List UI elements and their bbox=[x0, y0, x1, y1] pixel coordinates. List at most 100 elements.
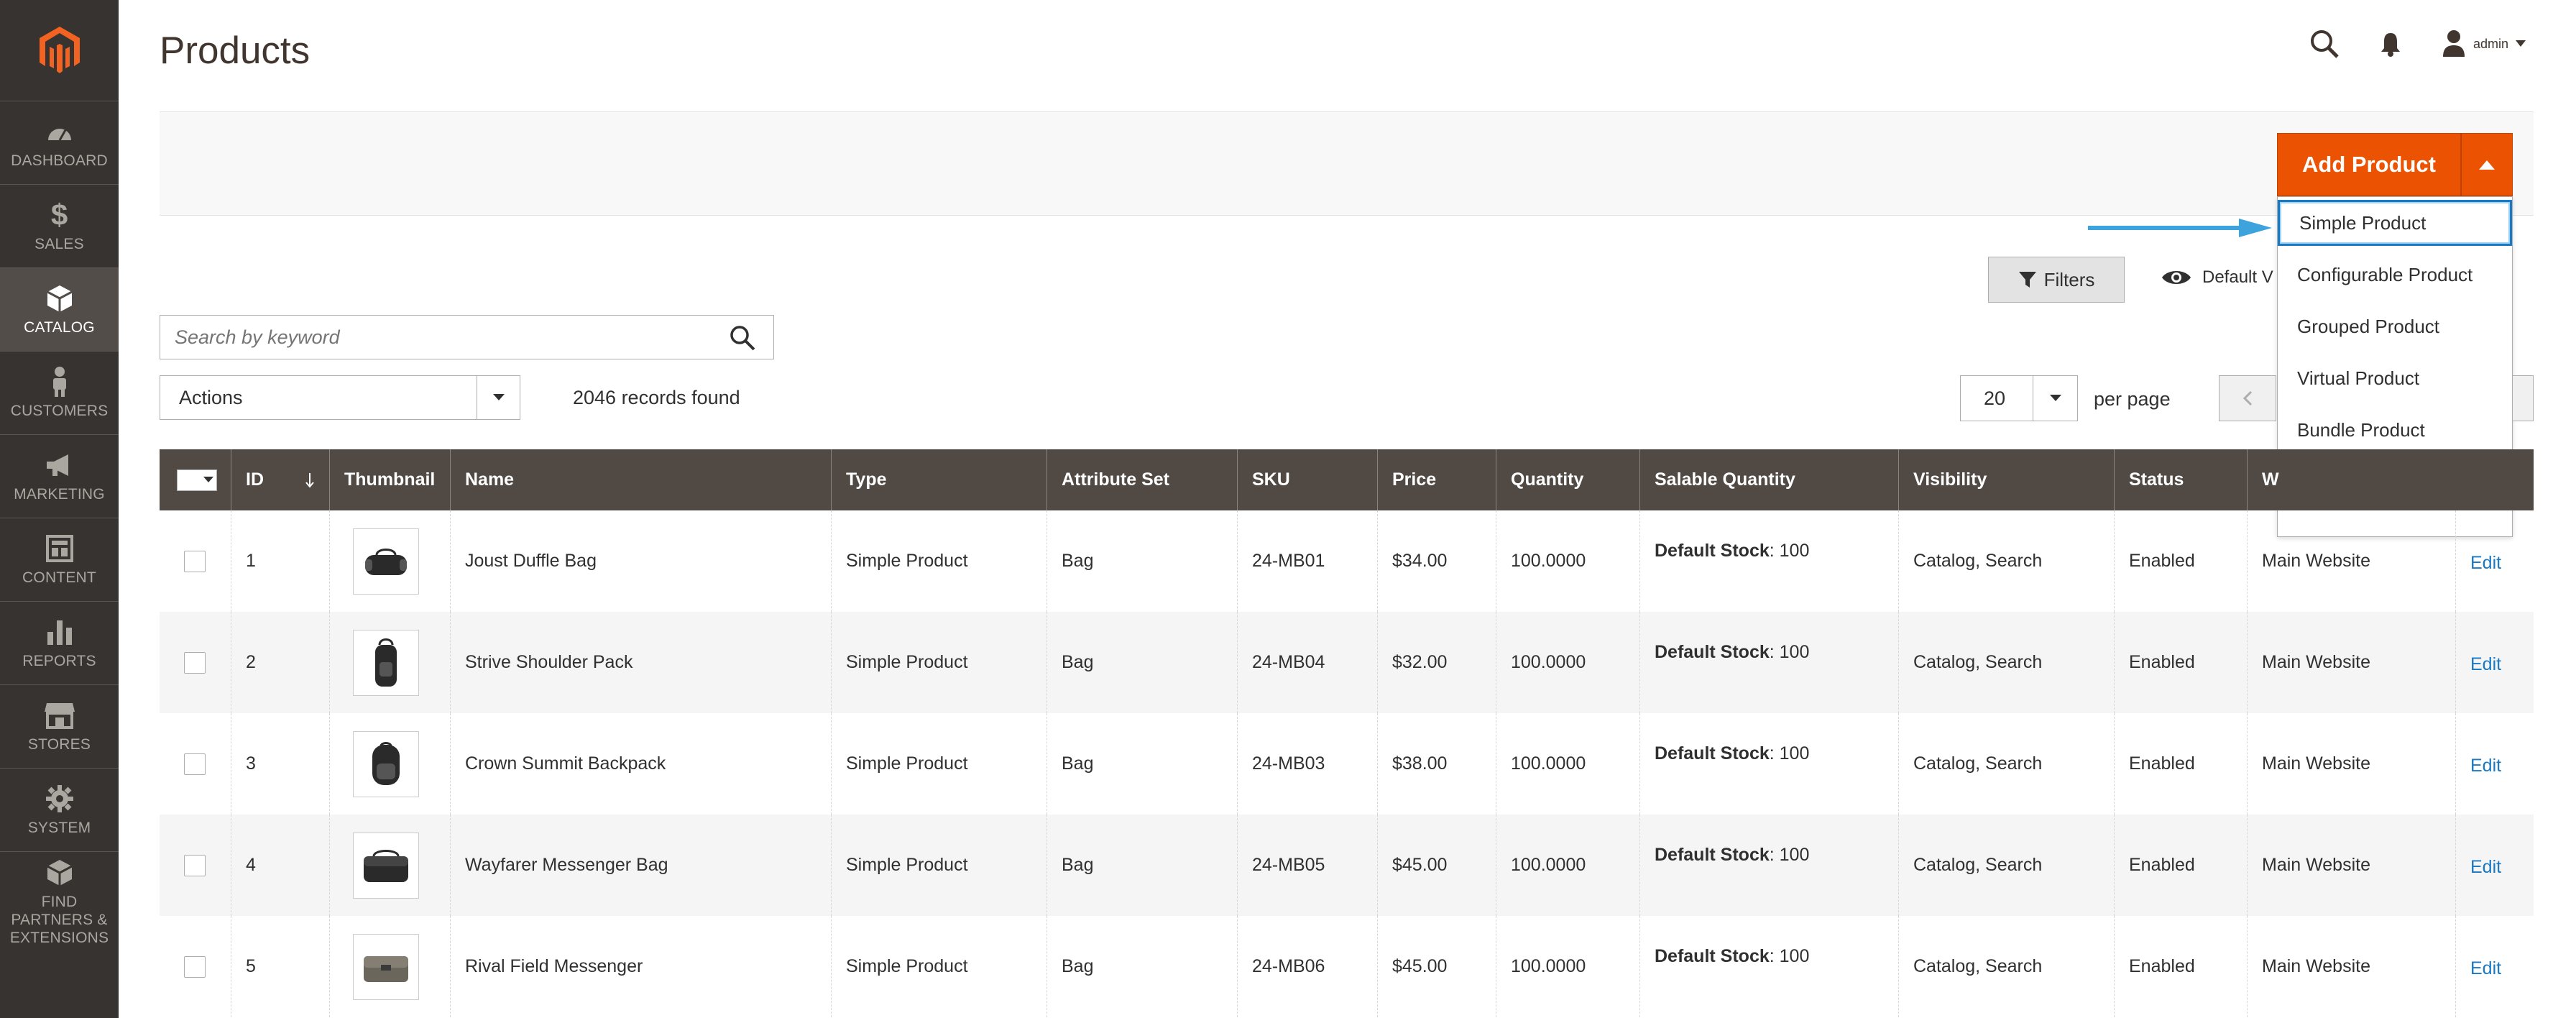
menu-item-configurable-product[interactable]: Configurable Product bbox=[2278, 252, 2512, 298]
nav-marketing[interactable]: MARKETING bbox=[0, 434, 119, 518]
cell-visibility: Catalog, Search bbox=[1899, 713, 2115, 815]
cell-price: $45.00 bbox=[1378, 815, 1496, 916]
cell-id: 3 bbox=[231, 713, 330, 815]
notifications-button[interactable] bbox=[2378, 30, 2403, 58]
cell-type: Simple Product bbox=[832, 510, 1047, 612]
sort-arrow-down-icon bbox=[305, 472, 314, 488]
nav-customers[interactable]: CUSTOMERS bbox=[0, 351, 119, 434]
filters-button[interactable]: Filters bbox=[1988, 257, 2125, 303]
field-messenger-icon bbox=[364, 955, 408, 982]
menu-item-grouped-product[interactable]: Grouped Product bbox=[2278, 303, 2512, 349]
search-icon[interactable] bbox=[729, 324, 756, 352]
column-header-salable-quantity[interactable]: Salable Quantity bbox=[1640, 449, 1899, 510]
row-checkbox[interactable] bbox=[184, 753, 206, 775]
product-thumbnail[interactable] bbox=[353, 832, 419, 899]
cell-websites: Main Website bbox=[2248, 713, 2456, 815]
row-checkbox[interactable] bbox=[184, 854, 206, 876]
cell-action: Edit bbox=[2456, 510, 2534, 612]
pager-input[interactable] bbox=[2513, 375, 2534, 421]
add-product-button[interactable]: Add Product bbox=[2277, 133, 2461, 196]
admin-user-menu[interactable]: admin bbox=[2442, 29, 2526, 58]
cell-sku: 24-MB01 bbox=[1238, 510, 1378, 612]
column-header-sku[interactable]: SKU bbox=[1238, 449, 1378, 510]
column-header-id[interactable]: ID bbox=[231, 449, 330, 510]
column-header-visibility[interactable]: Visibility bbox=[1899, 449, 2115, 510]
default-view-switcher[interactable]: Default V bbox=[2161, 267, 2273, 288]
edit-link[interactable]: Edit bbox=[2470, 553, 2501, 574]
salable-stock-value: : 100 bbox=[1769, 743, 1810, 764]
records-found: 2046 records found bbox=[573, 387, 740, 408]
menu-item-virtual-product[interactable]: Virtual Product bbox=[2278, 355, 2512, 401]
column-header-price[interactable]: Price bbox=[1378, 449, 1496, 510]
cell-thumbnail bbox=[330, 510, 451, 612]
table-row: 3 Crown Summit Backpack Simple Product B… bbox=[160, 713, 2534, 815]
cell-price: $38.00 bbox=[1378, 713, 1496, 815]
nav-reports[interactable]: REPORTS bbox=[0, 601, 119, 684]
row-checkbox-cell bbox=[160, 713, 231, 815]
product-thumbnail[interactable] bbox=[353, 629, 419, 696]
cell-name: Crown Summit Backpack bbox=[451, 713, 832, 815]
row-checkbox[interactable] bbox=[184, 651, 206, 674]
edit-link[interactable]: Edit bbox=[2470, 857, 2501, 878]
duffle-bag-icon bbox=[365, 548, 407, 575]
cell-status: Enabled bbox=[2115, 612, 2248, 713]
column-header-status[interactable]: Status bbox=[2115, 449, 2248, 510]
menu-item-simple-product[interactable]: Simple Product bbox=[2278, 200, 2512, 246]
search-icon bbox=[2310, 30, 2339, 58]
cell-thumbnail bbox=[330, 612, 451, 713]
mass-select-header[interactable] bbox=[160, 449, 231, 510]
per-page-select[interactable]: 20 bbox=[1960, 375, 2078, 421]
previous-page-button[interactable] bbox=[2219, 375, 2276, 421]
menu-item-bundle-product[interactable]: Bundle Product bbox=[2278, 407, 2512, 453]
grid-header: ID Thumbnail Name Type Attribute Set SKU… bbox=[160, 449, 2534, 510]
global-search-button[interactable] bbox=[2309, 29, 2340, 59]
table-row: 1 Joust Duffle Bag Simple Product Bag 24… bbox=[160, 510, 2534, 612]
salable-stock-label: Default Stock bbox=[1655, 541, 1770, 561]
row-checkbox[interactable] bbox=[184, 550, 206, 572]
cell-price: $45.00 bbox=[1378, 916, 1496, 1017]
pointer-arrow-icon bbox=[2088, 219, 2272, 237]
mass-actions-select[interactable]: Actions bbox=[160, 375, 520, 420]
add-product-toggle[interactable] bbox=[2461, 133, 2513, 196]
cube-icon bbox=[44, 857, 75, 889]
column-header-thumbnail[interactable]: Thumbnail bbox=[330, 449, 451, 510]
nav-content[interactable]: CONTENT bbox=[0, 518, 119, 601]
mass-select-checkbox[interactable] bbox=[177, 469, 217, 491]
column-header-attribute-set[interactable]: Attribute Set bbox=[1047, 449, 1238, 510]
page-title: Products bbox=[160, 29, 310, 72]
magento-logo[interactable] bbox=[0, 0, 119, 101]
edit-link[interactable]: Edit bbox=[2470, 958, 2501, 979]
product-thumbnail[interactable] bbox=[353, 528, 419, 595]
nav-find-partners[interactable]: FIND PARTNERS & EXTENSIONS bbox=[0, 851, 119, 952]
keyword-search-input[interactable] bbox=[160, 316, 721, 359]
nav-dashboard[interactable]: DASHBOARD bbox=[0, 101, 119, 184]
dashboard-icon bbox=[44, 116, 75, 147]
nav-sales[interactable]: $ SALES bbox=[0, 184, 119, 267]
column-header-websites[interactable]: W bbox=[2248, 449, 2534, 510]
edit-link[interactable]: Edit bbox=[2470, 654, 2501, 675]
table-row: 4 Wayfarer Messenger Bag Simple Product … bbox=[160, 815, 2534, 916]
cell-price: $32.00 bbox=[1378, 612, 1496, 713]
cell-salable-quantity: Default Stock: 100 bbox=[1640, 713, 1899, 815]
nav-stores[interactable]: STORES bbox=[0, 684, 119, 768]
row-checkbox[interactable] bbox=[184, 955, 206, 978]
cell-id: 5 bbox=[231, 916, 330, 1017]
cell-attribute-set: Bag bbox=[1047, 510, 1238, 612]
cell-quantity: 100.0000 bbox=[1496, 916, 1640, 1017]
magento-logo-icon bbox=[39, 27, 80, 73]
column-header-quantity[interactable]: Quantity bbox=[1496, 449, 1640, 510]
cell-websites: Main Website bbox=[2248, 612, 2456, 713]
cell-attribute-set: Bag bbox=[1047, 612, 1238, 713]
cell-sku: 24-MB06 bbox=[1238, 916, 1378, 1017]
messenger-bag-icon bbox=[364, 849, 408, 882]
caret-up-icon bbox=[2479, 160, 2495, 170]
column-header-type[interactable]: Type bbox=[832, 449, 1047, 510]
edit-link[interactable]: Edit bbox=[2470, 756, 2501, 776]
nav-system[interactable]: SYSTEM bbox=[0, 768, 119, 851]
product-thumbnail[interactable] bbox=[353, 933, 419, 1000]
product-thumbnail[interactable] bbox=[353, 730, 419, 797]
column-header-name[interactable]: Name bbox=[451, 449, 832, 510]
nav-catalog[interactable]: CATALOG bbox=[0, 267, 119, 351]
cell-salable-quantity: Default Stock: 100 bbox=[1640, 510, 1899, 612]
per-page-label: per page bbox=[2094, 388, 2171, 410]
